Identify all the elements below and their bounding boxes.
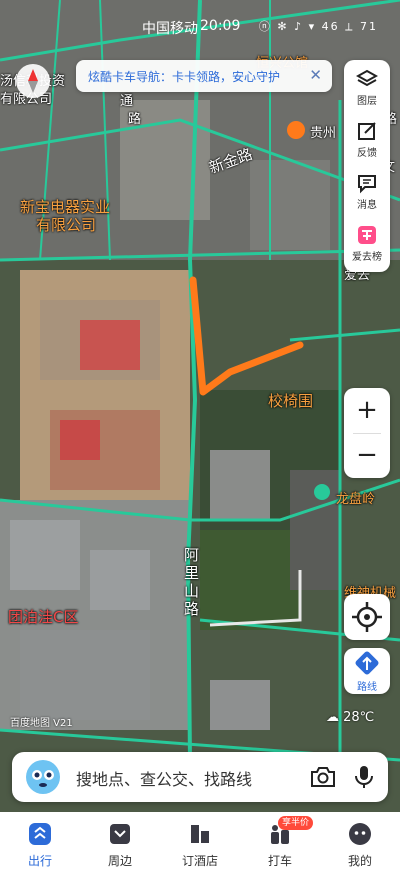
satellite-map <box>0 0 400 880</box>
tab-label: 我的 <box>347 854 372 868</box>
mountain-marker <box>314 484 330 500</box>
layers-label: 图层 <box>357 96 377 107</box>
banner-text: 炫酷卡车导航：卡卡领路，安心守护 <box>88 70 281 84</box>
mascot-icon <box>26 760 60 794</box>
map-label: 校椅围 <box>268 392 314 410</box>
zoom-controls: + − <box>344 388 390 478</box>
nearby-icon <box>110 824 130 844</box>
layers-icon <box>356 69 378 87</box>
bottom-tab-bar: 出行 周边 订酒店 打车 我的 <box>0 812 400 880</box>
search-bar[interactable]: 搜地点、查公交、找路线 <box>12 752 388 802</box>
weather-badge[interactable]: ☁ 28℃ <box>326 710 374 725</box>
map-scale: 百度地图 V21 <box>10 718 73 729</box>
locate-button[interactable] <box>344 594 390 640</box>
feedback-button[interactable]: 反馈 <box>344 114 390 164</box>
carrier-name: 中国移动 <box>142 21 198 37</box>
status-icons: ⓝ ✻ ♪ ▾ 46 ⟂ 71 <box>258 20 378 33</box>
ranking-button[interactable]: 爱去榜 <box>344 218 390 268</box>
map-tools-panel: 图层 反馈 消息 爱去榜 <box>344 60 390 272</box>
zoom-in-button[interactable]: + <box>344 388 390 433</box>
taxi-discount-badge: 享半价 <box>278 816 314 830</box>
tab-profile[interactable]: 我的 <box>320 812 400 880</box>
temperature-text: 28℃ <box>343 710 375 725</box>
camera-icon[interactable] <box>310 765 336 789</box>
route-button[interactable]: 路线 <box>344 648 390 694</box>
messages-button[interactable]: 消息 <box>344 166 390 216</box>
tab-nearby[interactable]: 周边 <box>80 812 160 880</box>
search-input[interactable]: 搜地点、查公交、找路线 <box>76 766 252 790</box>
feedback-label: 反馈 <box>357 148 377 159</box>
travel-icon <box>29 823 51 845</box>
layers-button[interactable]: 图层 <box>344 62 390 112</box>
close-icon[interactable]: ✕ <box>309 66 322 84</box>
map-label: 有限公司 <box>36 216 97 234</box>
map-label: 贵州 <box>310 126 337 141</box>
promo-banner[interactable]: 炫酷卡车导航：卡卡领路，安心守护 ✕ <box>76 60 332 92</box>
map-view[interactable]: 汤信科投资 有限公司 通 路 恒兴公馆 贵州 文 新金路 新宝电器实业 有限公司… <box>0 0 400 880</box>
hotel-icon <box>191 825 209 843</box>
clock: 20:09 <box>200 18 241 34</box>
tab-hotel[interactable]: 订酒店 <box>160 812 240 880</box>
target-icon <box>352 602 382 632</box>
route-label: 路线 <box>357 682 377 693</box>
tab-label: 周边 <box>107 854 132 868</box>
map-label: 通 <box>120 94 134 109</box>
message-icon <box>358 175 376 194</box>
edit-icon <box>358 122 376 140</box>
tab-travel[interactable]: 出行 <box>0 812 80 880</box>
map-label: 路 <box>184 600 200 618</box>
ranking-icon <box>358 226 376 244</box>
cloud-icon: ☁ <box>326 710 339 725</box>
microphone-icon[interactable] <box>352 764 376 790</box>
ranking-label: 爱去榜 <box>352 252 382 263</box>
messages-label: 消息 <box>357 200 377 211</box>
profile-icon <box>349 823 371 845</box>
map-label: 团泊洼C区 <box>8 608 79 626</box>
map-label: 路 <box>128 112 142 127</box>
status-bar: 中国移动 20:09 ⓝ ✻ ♪ ▾ 46 ⟂ 71 <box>0 0 400 38</box>
zoom-out-button[interactable]: − <box>344 433 390 478</box>
compass-icon[interactable] <box>16 64 50 98</box>
poi-marker <box>287 121 305 139</box>
tab-label: 出行 <box>27 854 52 868</box>
tab-label: 订酒店 <box>181 854 218 868</box>
tab-label: 打车 <box>267 854 292 868</box>
route-arrow-icon <box>355 651 379 675</box>
map-label: 龙盘岭 <box>336 492 376 507</box>
